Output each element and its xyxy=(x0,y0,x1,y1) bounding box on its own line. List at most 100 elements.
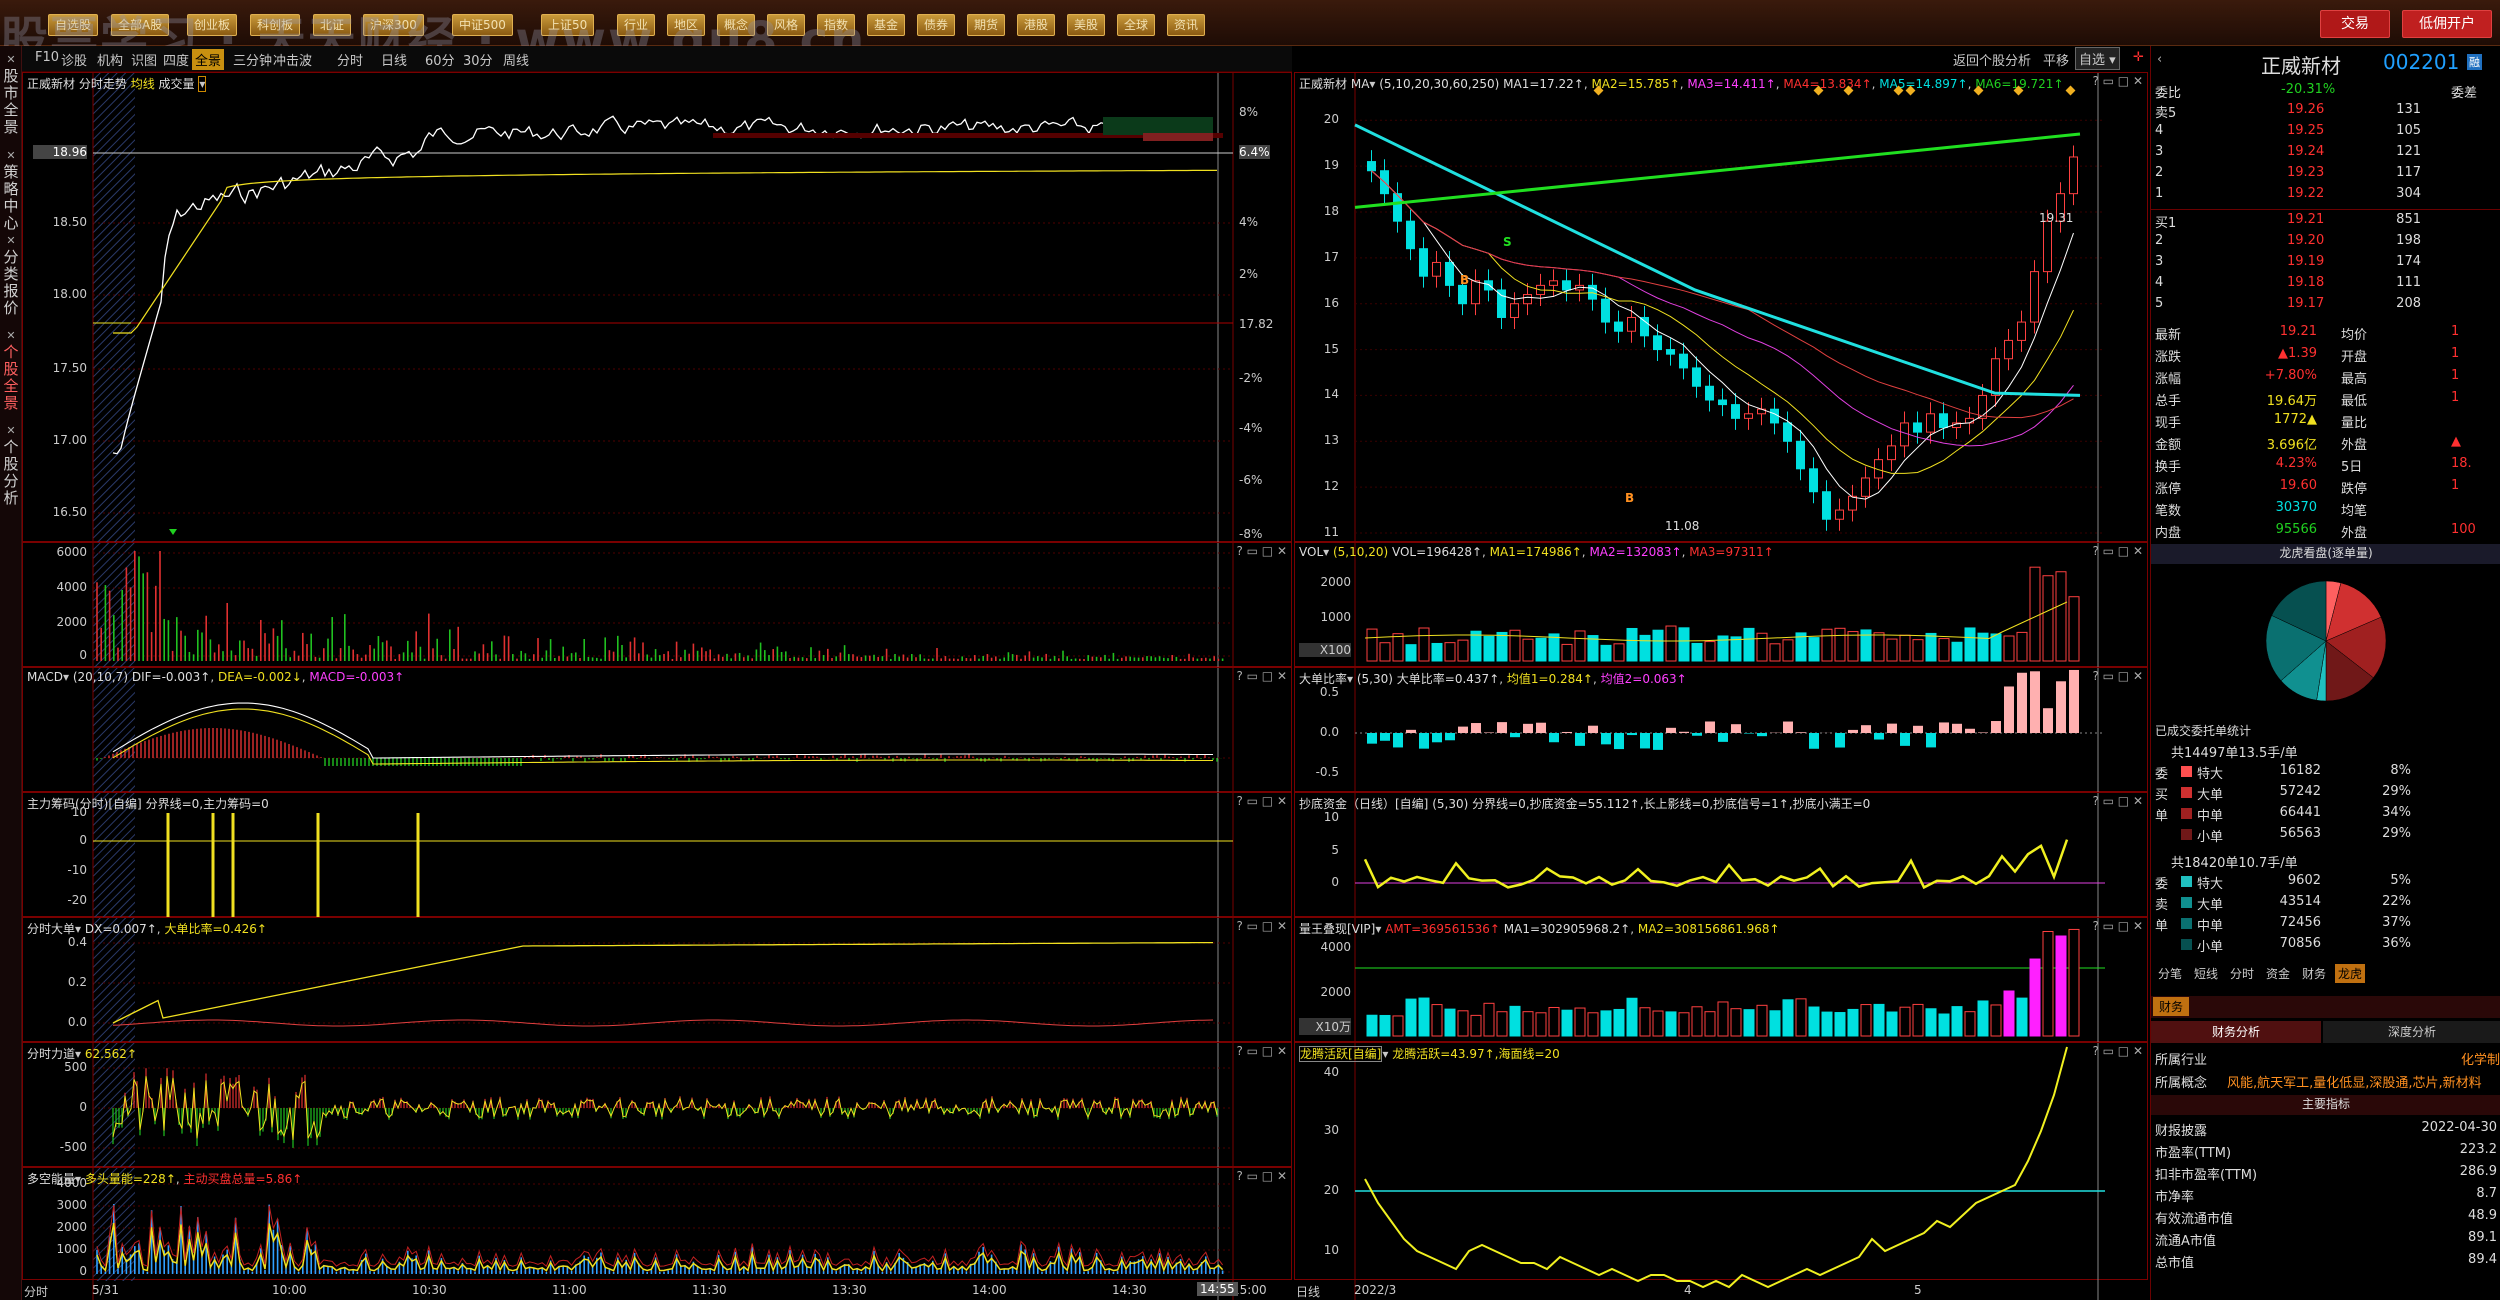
panel-daily-cd[interactable]: 抄底资金（日线）[自编] (5,30) 分界线=0,抄底资金=55.112↑,长… xyxy=(1294,792,2148,1300)
bid-volume: 198 xyxy=(2396,233,2421,248)
panel-dd[interactable]: 分时大单▾ DX=0.007↑, 大单比率=0.426↑ 0.4 0.2 0.0? ▭… xyxy=(22,917,1292,1300)
back-arrow-icon[interactable]: ‹ xyxy=(2157,52,2162,67)
panel-daily-kline[interactable]: 正威新材 MA▾ (5,10,20,30,60,250) MA1=17.22↑,… xyxy=(1294,72,2148,1300)
panel-daily-kline-plot xyxy=(1354,73,2105,1300)
top-nav-button[interactable]: 债券 xyxy=(917,14,956,36)
quote-tab[interactable]: 分时 xyxy=(2227,964,2257,983)
bid-price[interactable]: 19.20 xyxy=(2287,233,2324,248)
energy-axis-label: 3000 xyxy=(56,1198,87,1212)
subbar-item[interactable]: 机构 xyxy=(94,49,126,70)
sidebar-tab-market[interactable]: ✕ 股市全景 xyxy=(1,50,21,136)
close-icon[interactable]: ✕ xyxy=(6,329,15,342)
quote-tab[interactable]: 短线 xyxy=(2191,964,2221,983)
panel-controls-icon[interactable]: ? ▭ □ ✕ xyxy=(1236,544,1287,558)
panel-controls-icon[interactable]: ? ▭ □ ✕ xyxy=(1236,669,1287,683)
back-to-analysis-link[interactable]: 返回个股分析 xyxy=(1950,49,2034,70)
ask-price[interactable]: 19.25 xyxy=(2287,123,2324,138)
subbar-item[interactable]: 30分 xyxy=(460,49,496,70)
panel-controls-icon[interactable]: ? ▭ □ ✕ xyxy=(2092,669,2143,683)
top-nav-button[interactable]: 资讯 xyxy=(1167,14,1206,36)
bid-price[interactable]: 19.18 xyxy=(2287,275,2324,290)
watchlist-select[interactable]: 自选 ▾ xyxy=(2075,47,2120,70)
close-icon[interactable]: ✕ xyxy=(6,149,15,162)
close-icon[interactable]: ✕ xyxy=(6,53,15,66)
panel-controls-icon[interactable]: ? ▭ □ ✕ xyxy=(2092,1044,2143,1058)
close-icon[interactable]: ✕ xyxy=(6,424,15,437)
close-icon[interactable]: ✕ xyxy=(6,234,15,247)
subbar-item[interactable]: 三分钟 xyxy=(230,49,275,70)
top-nav-button[interactable]: 期货 xyxy=(967,14,1006,36)
industry-value[interactable]: 化学制 xyxy=(2461,1049,2500,1068)
legend-swatch xyxy=(2181,939,2192,950)
panel-controls-icon[interactable]: ? ▭ □ ✕ xyxy=(2092,794,2143,808)
subbar-item[interactable]: 冲击波 xyxy=(270,49,315,70)
quote-tab[interactable]: 龙虎 xyxy=(2335,964,2366,983)
sidebar-tab-stock-overview[interactable]: ✕ 个股全景 xyxy=(1,326,21,412)
quote-value: +7.80% xyxy=(2264,368,2317,383)
price-axis-label: 17.00 xyxy=(52,433,87,447)
panel-vol[interactable]: 6000 4000 2000 0 ? ▭ □ ✕ xyxy=(22,542,1292,1300)
expand-icon[interactable]: ✛ xyxy=(2130,49,2147,66)
panel-controls-icon[interactable]: ? ▭ □ ✕ xyxy=(2092,544,2143,558)
pan-button[interactable]: 平移 xyxy=(2040,49,2072,70)
subbar-item[interactable]: 诊股 xyxy=(58,49,90,70)
quote-value: 95566 xyxy=(2275,522,2317,537)
quote-label: 最高 xyxy=(2341,372,2368,387)
panel-daily-lw[interactable]: 量王叠现[VIP]▾ AMT=369561536↑ MA1=302905968.… xyxy=(1294,917,2148,1300)
deep-analysis-tab[interactable]: 深度分析 xyxy=(2323,1021,2500,1043)
subbar-item[interactable]: 四度 xyxy=(160,49,192,70)
panel-controls-icon[interactable]: ? ▭ □ ✕ xyxy=(1236,1169,1287,1183)
subbar-item[interactable]: 周线 xyxy=(500,49,532,70)
time-axis-label: 10:30 xyxy=(412,1283,447,1297)
subbar-item[interactable]: 全景 xyxy=(192,49,225,70)
panel-main[interactable]: 正威新材 分时走势 均线 成交量 ▾ 18.96 18.50 18.00 17.50 17… xyxy=(22,72,1292,1300)
panel-daily-ddb[interactable]: 大单比率▾ (5,30) 大单比率=0.437↑, 均值1=0.284↑, 均值… xyxy=(1294,667,2148,1300)
subbar-item[interactable]: 日线 xyxy=(378,49,410,70)
ask-volume: 105 xyxy=(2396,123,2421,138)
finance-tab[interactable]: 财务 xyxy=(2153,997,2190,1016)
sidebar-tab-category[interactable]: ✕ 分类报价 xyxy=(1,231,21,317)
panel-controls-icon[interactable]: ? ▭ □ ✕ xyxy=(2092,74,2143,88)
sidebar-tab-strategy[interactable]: ✕ 策略中心 xyxy=(1,146,21,232)
top-nav-button[interactable]: 全球 xyxy=(1117,14,1156,36)
bid-level-label: 3 xyxy=(2155,254,2164,269)
panel-controls-icon[interactable]: ? ▭ □ ✕ xyxy=(1236,1044,1287,1058)
subbar-item[interactable]: 识图 xyxy=(128,49,160,70)
quote-tab[interactable]: 分笔 xyxy=(2155,964,2185,983)
top-nav-button[interactable]: 港股 xyxy=(1017,14,1056,36)
panel-macd[interactable]: MACD▾ (20,10,7) DIF=-0.003↑, DEA=-0.002↓… xyxy=(22,667,1292,1300)
open-account-button[interactable]: 低佣开户 xyxy=(2402,10,2492,38)
volume-king-axis: 2000 xyxy=(1320,985,1351,999)
daily-big-ratio-axis: 0.0 xyxy=(1319,725,1339,739)
ask-price[interactable]: 19.24 xyxy=(2287,144,2324,159)
panel-controls-icon[interactable]: ? ▭ □ ✕ xyxy=(1236,919,1287,933)
panel-ld[interactable]: 分时力道▾ 62.562↑ 500 0 -500? ▭ □ ✕ xyxy=(22,1042,1292,1300)
period-selector[interactable]: 分时 xyxy=(24,1283,48,1300)
date-axis-label: 5 xyxy=(1914,1283,1922,1297)
top-nav-button[interactable]: 基金 xyxy=(867,14,906,36)
finance-analysis-tab[interactable]: 财务分析 xyxy=(2151,1021,2321,1043)
ask-price[interactable]: 19.22 xyxy=(2287,186,2324,201)
quote-value: 1 xyxy=(2451,478,2460,493)
panel-zl[interactable]: 主力筹码(分时)[自编] 分界线=0,主力筹码=0 10 0 -10 -20? ▭ □ … xyxy=(22,792,1292,1300)
daily-period-selector[interactable]: 日线 xyxy=(1296,1283,1320,1300)
panel-daily-vol[interactable]: VOL▾ (5,10,20) VOL=196428↑, MA1=174986↑,… xyxy=(1294,542,2148,1300)
subbar-item[interactable]: 分时 xyxy=(334,49,366,70)
quote-tab[interactable]: 财务 xyxy=(2299,964,2329,983)
sidebar-tab-stock-analysis[interactable]: ✕ 个股分析 xyxy=(1,421,21,507)
trade-button[interactable]: 交易 xyxy=(2320,10,2390,38)
dragon-active-title: 龙腾活跃[自编]▾ 龙腾活跃=43.97↑,海面线=20 xyxy=(1299,1046,1560,1062)
top-nav-button[interactable]: 美股 xyxy=(1067,14,1106,36)
subbar-item[interactable]: 60分 xyxy=(422,49,458,70)
bid-price[interactable]: 19.19 xyxy=(2287,254,2324,269)
panel-daily-lt[interactable]: 龙腾活跃[自编]▾ 龙腾活跃=43.97↑,海面线=20 40 30 20 10 ? ▭ … xyxy=(1294,1042,2148,1300)
ask-price[interactable]: 19.26 xyxy=(2287,102,2324,117)
panel-controls-icon[interactable]: ? ▭ □ ✕ xyxy=(2092,919,2143,933)
ask-price[interactable]: 19.23 xyxy=(2287,165,2324,180)
bid-price[interactable]: 19.21 xyxy=(2287,212,2324,227)
panel-dk[interactable]: 多空能量▾ 多头量能=228↑, 主动买盘总量=5.86↑ 4000 3000 200… xyxy=(22,1167,1292,1300)
concept-value[interactable]: 风能,航天军工,量化低显,深股通,芯片,新材料 xyxy=(2227,1072,2482,1091)
bid-price[interactable]: 19.17 xyxy=(2287,296,2324,311)
quote-tab[interactable]: 资金 xyxy=(2263,964,2293,983)
panel-controls-icon[interactable]: ? ▭ □ ✕ xyxy=(1236,794,1287,808)
